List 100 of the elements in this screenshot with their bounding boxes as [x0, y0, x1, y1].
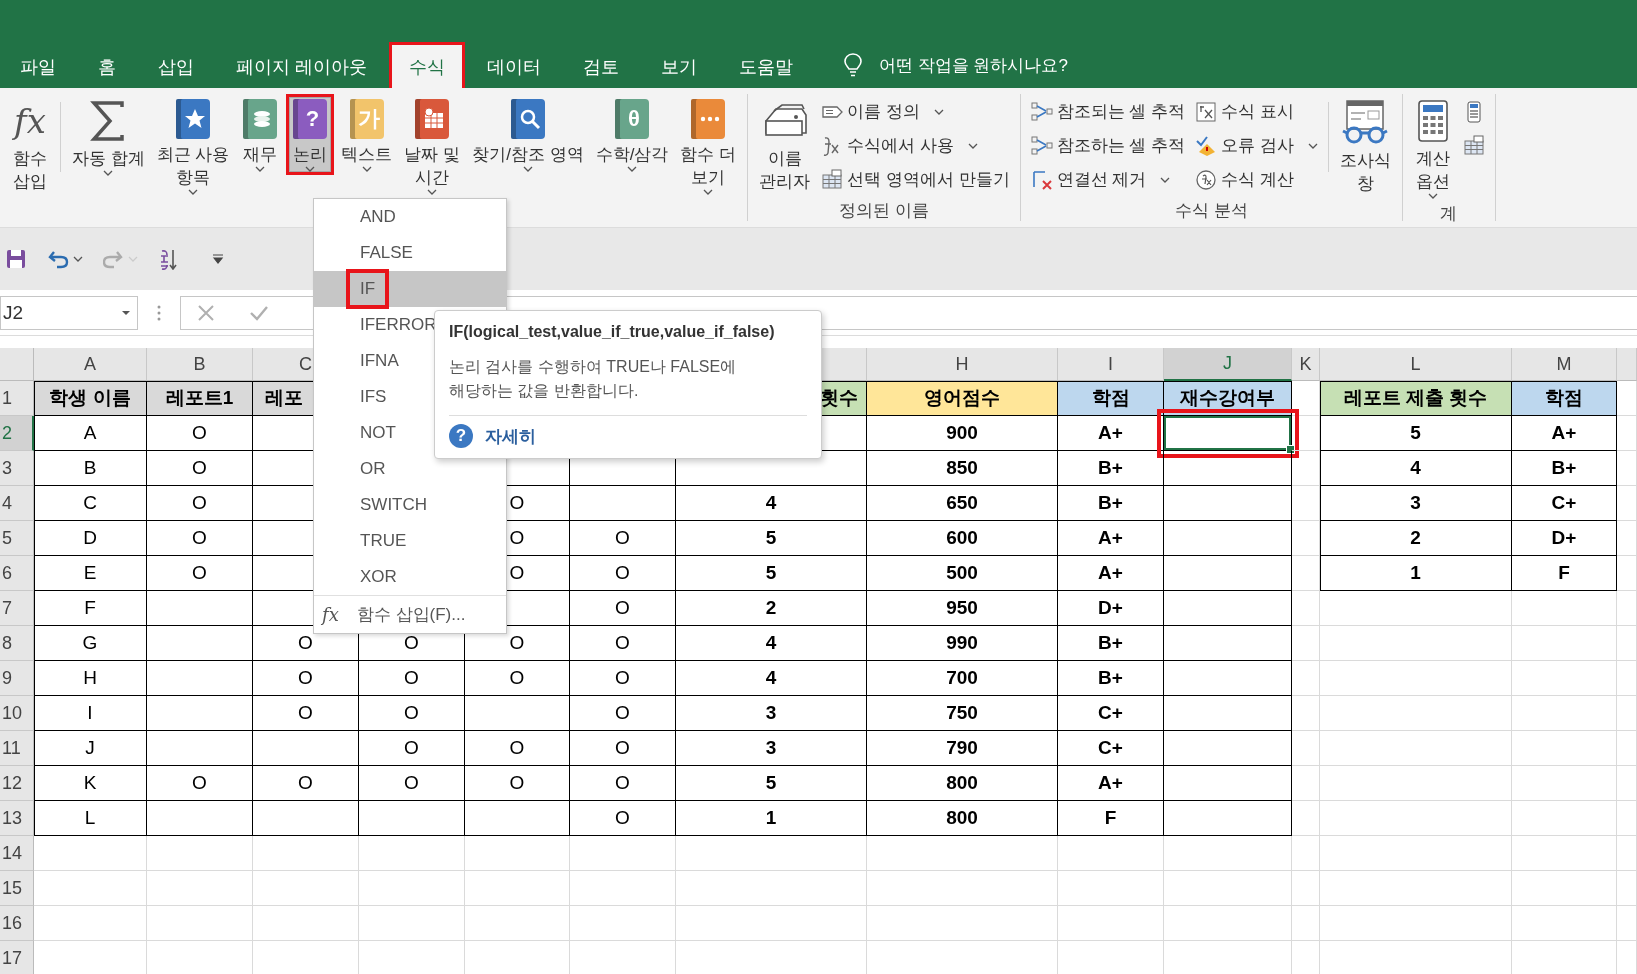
ribbon-tab[interactable]: 파일 [0, 42, 76, 88]
ribbon-button[interactable]: 가 텍스트 [336, 94, 398, 175]
column-header[interactable]: B [147, 348, 253, 381]
row-header[interactable]: 7 [0, 591, 34, 626]
ribbon-button[interactable]: 이름 관리자 [754, 94, 816, 196]
menu-item[interactable]: AND [314, 199, 410, 235]
menu-item[interactable]: NOT [314, 415, 410, 451]
table-cell: C [34, 486, 147, 521]
ribbon-tab[interactable]: 삽입 [138, 42, 214, 88]
table-cell: O [147, 766, 253, 801]
row-header[interactable]: 14 [0, 836, 34, 871]
row-header[interactable]: 12 [0, 766, 34, 801]
table-cell: O [147, 486, 253, 521]
ribbon-tab[interactable]: 수식 [389, 42, 465, 88]
table-cell: 800 [867, 801, 1058, 836]
ribbon-button[interactable]: 함수 더 보기 [675, 94, 742, 198]
table-cell: 600 [867, 521, 1058, 556]
ribbon-tab[interactable]: 페이지 레이아웃 [216, 42, 387, 88]
menu-item[interactable]: fx 함수 삽입(F)... [314, 595, 506, 633]
glasses-icon [1341, 99, 1390, 145]
row-header[interactable]: 10 [0, 696, 34, 731]
ribbon-button[interactable]: ? 논리 [286, 94, 335, 175]
lightbulb-icon[interactable] [843, 52, 863, 78]
column-header[interactable]: L [1320, 348, 1512, 381]
row-header[interactable]: 9 [0, 661, 34, 696]
table-cell [1292, 486, 1320, 521]
table-cell [1292, 766, 1320, 801]
column-header[interactable]: J [1164, 348, 1292, 381]
ribbon-tab[interactable]: 보기 [641, 42, 717, 88]
table-cell [1617, 906, 1637, 941]
row-header[interactable]: 13 [0, 801, 34, 836]
table-cell [1617, 696, 1637, 731]
menu-item[interactable]: IF [314, 271, 506, 307]
ribbon-button[interactable]: 수식에서 사용 [817, 130, 1014, 161]
row-header[interactable]: 1 [0, 381, 34, 416]
ribbon-button[interactable]: 이름 정의 [817, 96, 1014, 127]
ribbon-button[interactable]: 참조되는 셀 추적 [1026, 96, 1190, 127]
row-header[interactable]: 15 [0, 871, 34, 906]
ribbon-button[interactable]: 조사식 창 [1334, 94, 1396, 198]
ribbon-button[interactable]: 찾기/참조 영역 [467, 94, 589, 175]
table-cell: 700 [867, 661, 1058, 696]
customize-toolbar-icon[interactable] [212, 254, 224, 264]
ribbon-button[interactable]: 수식 표시 [1191, 96, 1322, 127]
ribbon-button[interactable]: 최근 사용 항목 [151, 94, 235, 198]
row-header[interactable]: 6 [0, 556, 34, 591]
column-header[interactable]: I [1058, 348, 1164, 381]
menu-item[interactable]: FALSE [314, 235, 427, 271]
ribbon-button[interactable]: 선택 영역에서 만들기 [817, 164, 1014, 195]
column-header[interactable]: M [1512, 348, 1617, 381]
ribbon-button[interactable]: 수식 계산 [1191, 164, 1322, 195]
row-header[interactable]: 17 [0, 941, 34, 974]
table-icon [1462, 134, 1485, 157]
row-header[interactable]: 5 [0, 521, 34, 556]
ribbon-button[interactable]: 계산 옵션 [1408, 94, 1457, 202]
ribbon-button[interactable]: 참조하는 셀 추적 [1026, 130, 1190, 161]
column-header[interactable]: K [1292, 348, 1320, 381]
table-cell: 850 [867, 451, 1058, 486]
row-header[interactable]: 11 [0, 731, 34, 766]
fill-handle[interactable] [1286, 445, 1295, 454]
ribbon-button[interactable]: fx 함수 삽입 [6, 94, 54, 196]
ribbon-button[interactable]: θ 수학/삼각 [590, 94, 674, 175]
row-header[interactable]: 16 [0, 906, 34, 941]
table-cell: 3 [1320, 486, 1512, 521]
ribbon-button[interactable]: 재무 [236, 94, 285, 175]
ribbon-button[interactable]: 날짜 및 시간 [399, 94, 466, 198]
menu-item[interactable]: TRUE [314, 523, 421, 559]
menu-item[interactable]: XOR [314, 559, 411, 595]
table-cell [1617, 661, 1637, 696]
name-box[interactable]: J2 [0, 295, 138, 330]
table-cell: H [34, 661, 147, 696]
ribbon-tab[interactable]: 데이터 [467, 42, 561, 88]
menu-item[interactable]: SWITCH [314, 487, 442, 523]
row-header[interactable]: 4 [0, 486, 34, 521]
ribbon-button[interactable]: 연결선 제거 [1026, 164, 1190, 195]
row-header[interactable]: 8 [0, 626, 34, 661]
help-link[interactable]: ? 자세히 [449, 424, 536, 448]
table-cell [1617, 556, 1637, 591]
column-header[interactable]: A [34, 348, 147, 381]
table-cell [1617, 731, 1637, 766]
grip-icon[interactable] [156, 303, 162, 322]
table-cell: 950 [867, 591, 1058, 626]
ribbon-button[interactable]: 자동 합계 [67, 94, 150, 179]
table-cell: 750 [867, 696, 1058, 731]
menu-item[interactable]: OR [314, 451, 400, 487]
ribbon-tab[interactable]: 홈 [78, 42, 136, 88]
table-cell [1617, 451, 1637, 486]
row-header[interactable]: 2 [0, 416, 34, 451]
search-field[interactable]: 어떤 작업을 원하시나요? [879, 53, 1068, 77]
table-cell: 800 [867, 766, 1058, 801]
table-cell [1292, 731, 1320, 766]
column-header[interactable]: H [867, 348, 1058, 381]
table-cell [1292, 416, 1320, 451]
ribbon-tab[interactable]: 검토 [563, 42, 639, 88]
table-cell [1292, 451, 1320, 486]
ribbon-button[interactable]: 오류 검사 [1191, 130, 1322, 161]
fx-icon: fx [14, 99, 46, 143]
ribbon-tab[interactable]: 도움말 [719, 42, 813, 88]
table-cell: 900 [867, 416, 1058, 451]
row-header[interactable]: 3 [0, 451, 34, 486]
table-cell: D [34, 521, 147, 556]
